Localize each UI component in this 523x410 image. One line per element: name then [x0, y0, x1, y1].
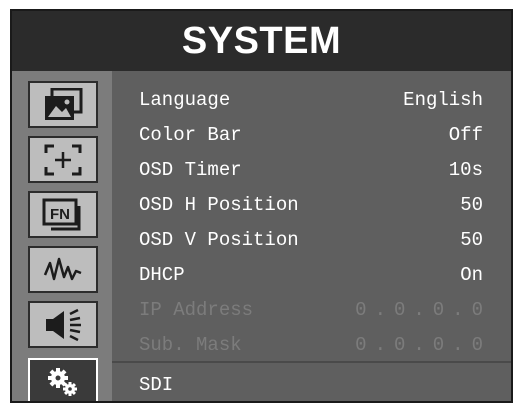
picture-icon [43, 87, 83, 122]
setting-label: Color Bar [139, 124, 242, 146]
sidebar-item-waveform[interactable] [28, 246, 98, 293]
setting-label: Sub. Mask [139, 334, 242, 356]
setting-sdi[interactable]: SDI [112, 368, 511, 401]
setting-label: OSD V Position [139, 229, 299, 251]
setting-value: 10s [448, 159, 483, 181]
sidebar-item-system[interactable] [28, 358, 98, 401]
setting-value: 0.0.0.0 [355, 334, 491, 356]
setting-language[interactable]: Language English [112, 83, 511, 117]
setting-value: On [460, 264, 483, 286]
marker-icon [43, 143, 83, 177]
sidebar-item-audio[interactable] [28, 301, 98, 348]
setting-label: Language [139, 89, 231, 111]
setting-osd-h-position[interactable]: OSD H Position 50 [112, 188, 511, 222]
setting-dhcp[interactable]: DHCP On [112, 258, 511, 292]
setting-value: 50 [460, 229, 483, 251]
category-sidebar: FN [12, 71, 112, 401]
divider [112, 361, 511, 363]
setting-value: 0.0.0.0 [355, 299, 491, 321]
setting-value: Off [448, 124, 483, 146]
fn-icon: FN [42, 198, 84, 232]
gears-icon [43, 365, 83, 399]
setting-label: DHCP [139, 264, 185, 286]
menu-title: SYSTEM [12, 11, 511, 71]
osd-menu: SYSTEM FN Language English Color Bar Off… [10, 9, 513, 403]
sidebar-item-function[interactable]: FN [28, 191, 98, 238]
setting-label: OSD Timer [139, 159, 242, 181]
setting-osd-timer[interactable]: OSD Timer 10s [112, 153, 511, 187]
setting-value: 50 [460, 194, 483, 216]
speaker-icon [42, 308, 84, 342]
sidebar-item-picture[interactable] [28, 81, 98, 128]
setting-sub-mask: Sub. Mask 0.0.0.0 [112, 328, 511, 362]
settings-panel: Language English Color Bar Off OSD Timer… [112, 71, 511, 401]
setting-label: OSD H Position [139, 194, 299, 216]
setting-color-bar[interactable]: Color Bar Off [112, 118, 511, 152]
setting-osd-v-position[interactable]: OSD V Position 50 [112, 223, 511, 257]
setting-value: English [403, 89, 483, 111]
svg-text:FN: FN [50, 206, 70, 223]
setting-label: IP Address [139, 299, 254, 321]
setting-label: SDI [139, 374, 174, 396]
sidebar-item-marker[interactable] [28, 136, 98, 183]
setting-ip-address: IP Address 0.0.0.0 [112, 293, 511, 327]
waveform-icon [42, 253, 84, 287]
